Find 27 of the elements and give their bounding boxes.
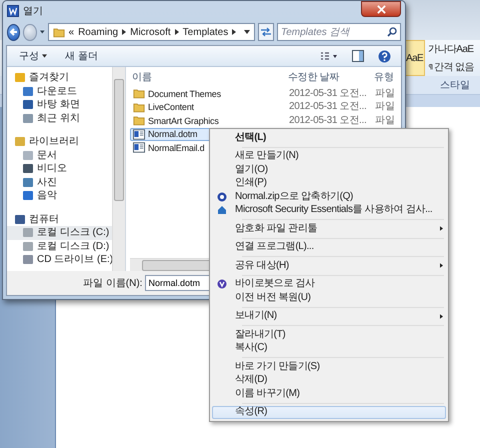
file-name: LiveContent bbox=[148, 101, 194, 114]
nav-label: 다운로드 bbox=[37, 84, 77, 98]
nav-label: 사진 bbox=[37, 176, 57, 189]
nav-label: 비디오 bbox=[37, 162, 67, 176]
date-cell-text: 2012-05-31 오전... bbox=[289, 88, 368, 100]
file-name: NormalEmail.d bbox=[148, 142, 204, 154]
nav-label: 최근 위치 bbox=[37, 112, 80, 125]
date-cell-text: 2012-05-31 오전... bbox=[289, 114, 368, 127]
nav-label: 음악 bbox=[37, 189, 57, 202]
type-cell-text: 파일 bbox=[375, 114, 396, 127]
file-name: Document Themes bbox=[148, 88, 221, 100]
window-title: 열기 bbox=[23, 5, 43, 18]
date-cell-text: 2012-05-31 오전... bbox=[289, 101, 368, 114]
style-name: 간격 없음 bbox=[434, 61, 474, 74]
ribbon-group-label: 스타일 bbox=[440, 79, 470, 92]
nav-label: 컴퓨터 bbox=[29, 212, 59, 226]
nav-label: 로컬 디스크 (C:) bbox=[37, 226, 110, 240]
field-label: 파일 이름(N): bbox=[83, 277, 142, 290]
file-name: SmartArt Graphics bbox=[148, 114, 219, 127]
file-name: Normal.dotm bbox=[148, 128, 198, 140]
type-cell-text: 파일 bbox=[375, 101, 396, 114]
nav-label: 문서 bbox=[37, 148, 57, 162]
nav-label: 로컬 디스크 (D:) bbox=[37, 240, 110, 253]
nav-label: 라이브러리 bbox=[29, 135, 79, 148]
nav-label: 즐겨찾기 bbox=[29, 71, 69, 84]
nav-label: 바탕 화면 bbox=[37, 98, 80, 112]
type-cell-text: 파일 bbox=[375, 88, 396, 100]
